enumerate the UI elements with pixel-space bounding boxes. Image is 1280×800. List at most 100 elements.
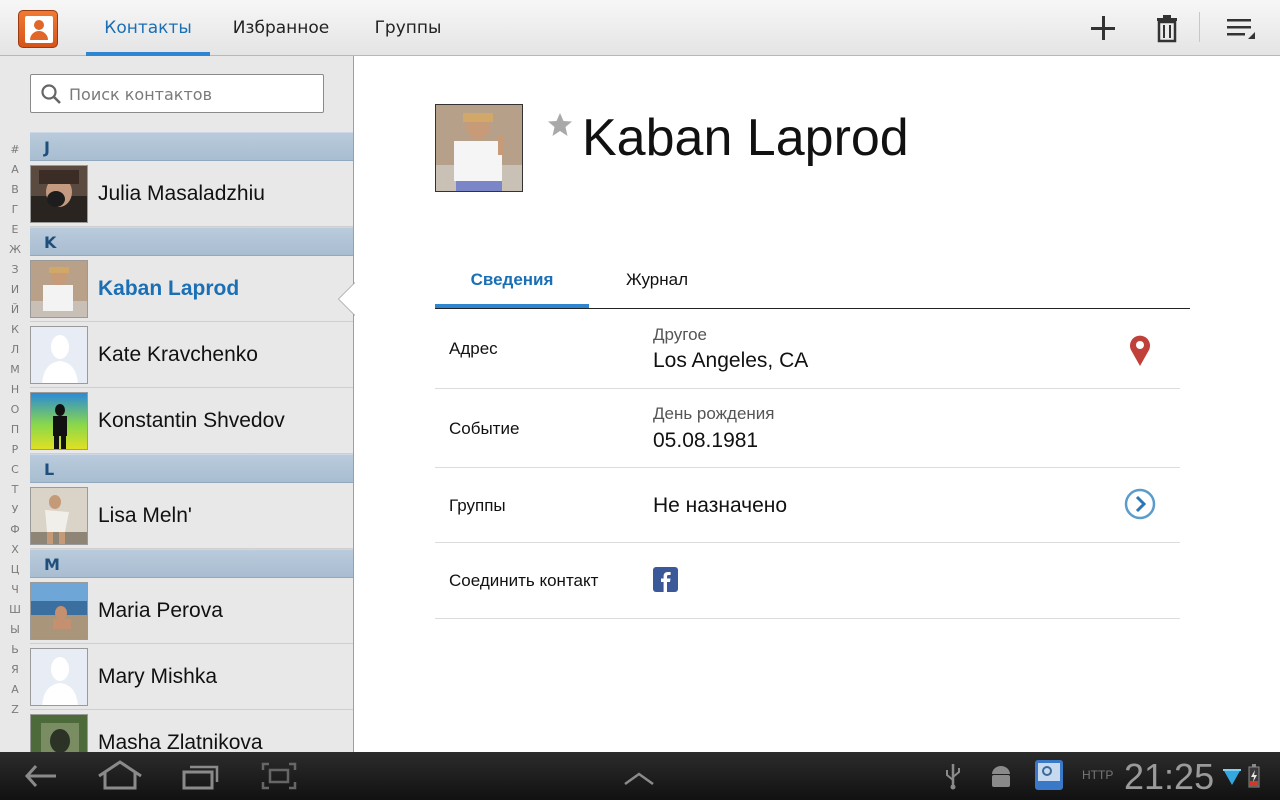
search-input[interactable] xyxy=(69,81,319,107)
search-box[interactable] xyxy=(30,74,324,113)
chevron-right-icon[interactable] xyxy=(1124,488,1156,520)
index-letter[interactable]: Р xyxy=(0,440,30,460)
index-letter[interactable]: Ц xyxy=(0,560,30,580)
index-letter[interactable]: Ч xyxy=(0,580,30,600)
wifi-icon[interactable] xyxy=(1222,766,1242,786)
section-header-k: K xyxy=(30,227,353,256)
back-icon[interactable] xyxy=(22,758,60,794)
system-bar: HTTP 21:25 xyxy=(0,752,1280,800)
contact-list-panel: #АВГЕЖЗИЙКЛМНОПРСТУФХЦЧШЫЬЯAZ J Julia Ma… xyxy=(0,56,354,752)
contact-row-kate-kravchenko[interactable]: Kate Kravchenko xyxy=(30,322,353,388)
index-letter[interactable]: Z xyxy=(0,700,30,720)
tab-details[interactable]: Сведения xyxy=(435,256,589,308)
index-letter[interactable]: А xyxy=(0,160,30,180)
alphabet-index[interactable]: # А В Г Е Ж З И Й К Л М Н О П Р С Т У Ф Х Ц Ч Ш Ы Ь Я A Z xyxy=(0,140,30,720)
tab-contacts[interactable]: Контакты xyxy=(86,0,210,56)
contact-photo[interactable] xyxy=(435,104,523,192)
contact-row-julia-masaladzhiu[interactable]: Julia Masaladzhiu xyxy=(30,161,353,227)
index-letter[interactable]: A xyxy=(0,680,30,700)
index-letter[interactable]: У xyxy=(0,500,30,520)
field-label: Соединить контакт xyxy=(449,571,599,590)
index-letter[interactable]: И xyxy=(0,280,30,300)
section-header-m: M xyxy=(30,549,353,578)
avatar-placeholder xyxy=(30,648,88,706)
screenshot-icon[interactable] xyxy=(260,758,298,794)
index-letter[interactable]: Ь xyxy=(0,640,30,660)
contact-name: Kate Kravchenko xyxy=(98,343,258,366)
toolbar-divider xyxy=(1199,12,1200,42)
facebook-icon[interactable] xyxy=(653,567,678,592)
contact-detail-panel: Kaban Laprod Сведения Журнал Адрес Друго… xyxy=(355,56,1280,752)
avatar xyxy=(30,392,88,450)
index-letter[interactable]: Г xyxy=(0,200,30,220)
contact-name: Mary Mishka xyxy=(98,665,218,688)
avatar xyxy=(30,487,88,545)
field-label: Событие xyxy=(449,419,520,438)
expand-up-icon[interactable] xyxy=(622,758,656,794)
index-letter[interactable]: Л xyxy=(0,340,30,360)
contact-name-title: Kaban Laprod xyxy=(582,109,909,167)
index-letter[interactable]: Ы xyxy=(0,620,30,640)
section-header-l: L xyxy=(30,454,353,483)
app-notification-icon[interactable] xyxy=(1033,758,1065,792)
index-letter[interactable]: С xyxy=(0,460,30,480)
android-debug-icon[interactable] xyxy=(988,762,1014,790)
tab-groups[interactable]: Группы xyxy=(362,0,454,56)
avatar-placeholder xyxy=(30,326,88,384)
usb-icon[interactable] xyxy=(944,762,962,790)
battery-icon[interactable] xyxy=(1248,764,1260,788)
contact-row-kaban-laprod[interactable]: Kaban Laprod xyxy=(30,256,353,322)
index-letter[interactable]: М xyxy=(0,360,30,380)
add-contact-button[interactable] xyxy=(1083,8,1123,48)
favorite-star-icon[interactable] xyxy=(547,112,573,138)
index-letter[interactable]: Ф xyxy=(0,520,30,540)
home-icon[interactable] xyxy=(96,758,144,794)
index-letter[interactable]: В xyxy=(0,180,30,200)
index-letter[interactable]: Ш xyxy=(0,600,30,620)
contact-row-maria-perova[interactable]: Maria Perova xyxy=(30,578,353,644)
avatar xyxy=(30,165,88,223)
index-letter[interactable]: Е xyxy=(0,220,30,240)
index-letter[interactable]: # xyxy=(0,140,30,160)
tab-favorites[interactable]: Избранное xyxy=(222,0,340,56)
contact-row-konstantin-shvedov[interactable]: Konstantin Shvedov xyxy=(30,388,353,454)
section-header-j: J xyxy=(30,132,353,161)
index-letter[interactable]: П xyxy=(0,420,30,440)
delete-contact-button[interactable] xyxy=(1147,8,1187,48)
http-indicator: HTTP xyxy=(1082,768,1114,782)
index-letter[interactable]: Ж xyxy=(0,240,30,260)
index-letter[interactable]: О xyxy=(0,400,30,420)
index-letter[interactable]: З xyxy=(0,260,30,280)
recent-apps-icon[interactable] xyxy=(180,758,222,794)
add-icon xyxy=(1091,16,1115,40)
contact-row-masha-zlatnikova[interactable]: Masha Zlatnikova xyxy=(30,710,353,752)
contact-name: Lisa Meln' xyxy=(98,504,192,527)
contact-name: Maria Perova xyxy=(98,599,223,622)
delete-icon xyxy=(1157,15,1177,43)
index-letter[interactable]: Х xyxy=(0,540,30,560)
avatar xyxy=(30,582,88,640)
contact-name: Julia Masaladzhiu xyxy=(98,182,265,205)
contact-list: J Julia Masaladzhiu K Kaban Laprod Kate … xyxy=(30,132,353,752)
index-letter[interactable]: Т xyxy=(0,480,30,500)
groups-row[interactable]: Группы Не назначено xyxy=(435,468,1180,543)
index-letter[interactable]: Я xyxy=(0,660,30,680)
index-letter[interactable]: Й xyxy=(0,300,30,320)
contact-row-mary-mishka[interactable]: Mary Mishka xyxy=(30,644,353,710)
contact-name: Masha Zlatnikova xyxy=(98,731,263,752)
clock[interactable]: 21:25 xyxy=(1124,756,1214,798)
index-letter[interactable]: Н xyxy=(0,380,30,400)
map-pin-icon[interactable] xyxy=(1128,333,1152,367)
contact-row-lisa-meln[interactable]: Lisa Meln' xyxy=(30,483,353,549)
contacts-app-icon[interactable] xyxy=(18,10,58,48)
address-row[interactable]: Адрес Другое Los Angeles, CA xyxy=(435,309,1180,389)
overflow-menu-button[interactable] xyxy=(1222,8,1262,48)
index-letter[interactable]: К xyxy=(0,320,30,340)
event-row[interactable]: Событие День рождения 05.08.1981 xyxy=(435,389,1180,468)
field-type: День рождения xyxy=(653,404,775,423)
tab-history[interactable]: Журнал xyxy=(603,256,711,308)
join-contact-row[interactable]: Соединить контакт xyxy=(435,543,1180,619)
avatar xyxy=(30,260,88,318)
contact-name: Konstantin Shvedov xyxy=(98,409,285,432)
field-label: Группы xyxy=(449,496,506,515)
